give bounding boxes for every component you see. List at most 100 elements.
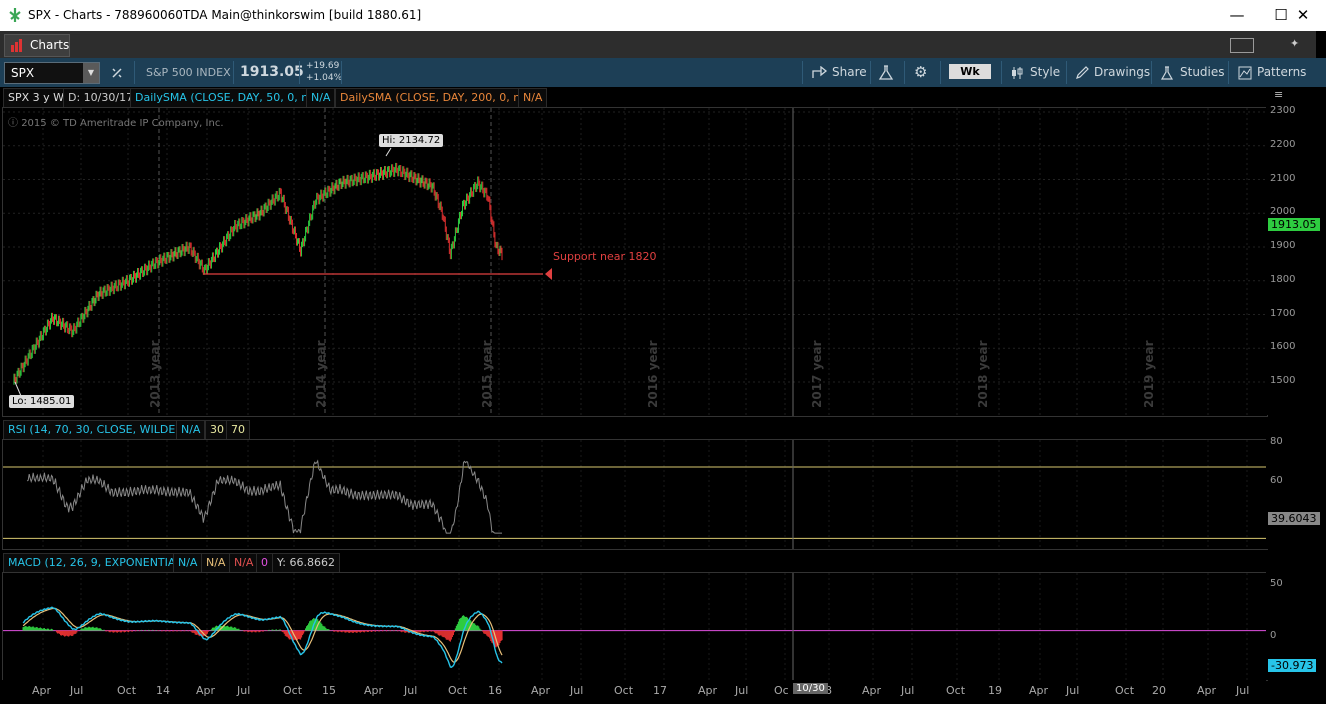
low-label: Lo: 1485.01 <box>9 395 75 408</box>
year-label: 2013 year <box>148 340 162 408</box>
title-bar: SPX - Charts - 788960060TDA Main@thinkor… <box>0 0 1326 31</box>
price-panel[interactable]: 2013 year 2014 year 2015 year 2016 year 2017… <box>2 107 1268 417</box>
bar-chart-icon <box>11 39 22 52</box>
macd-diff: N/A <box>229 553 259 573</box>
tab-charts[interactable]: Charts <box>4 34 70 57</box>
rsi-chart <box>3 440 1267 549</box>
studies-flask-icon <box>1160 66 1174 80</box>
macd-y-axis[interactable]: 50 0 -30.973 <box>1266 572 1326 680</box>
separator <box>940 61 941 84</box>
price-tick: 1900 <box>1270 240 1296 251</box>
pin-icon[interactable]: ✦ <box>1290 37 1299 50</box>
year-label: 2015 year <box>480 340 494 408</box>
percent-change: +1.04% <box>306 73 343 83</box>
year-label: 2017 year <box>810 340 824 408</box>
minimize-button[interactable]: — <box>1214 0 1260 31</box>
chart-header: SPX 3 y W D: 10/30/17 DailySMA (CLOSE, D… <box>0 87 1266 108</box>
time-axis-label: Oct <box>117 684 137 697</box>
price-tick: 1600 <box>1270 341 1296 353</box>
macd-tick: 50 <box>1270 578 1283 589</box>
price-tick: 2200 <box>1270 138 1296 150</box>
style-label: Style <box>1030 65 1061 79</box>
time-axis-label: 17 <box>653 684 667 697</box>
patterns-button[interactable]: Patterns <box>1236 63 1306 83</box>
time-axis-label: Oct <box>946 684 966 697</box>
separator <box>1066 61 1067 84</box>
rsi-panel[interactable] <box>2 439 1268 550</box>
chevron-down-icon[interactable]: ▼ <box>83 63 99 83</box>
separator <box>134 61 135 84</box>
high-label: Hi: 2134.72 <box>379 134 444 147</box>
separator <box>1151 61 1152 84</box>
macd-last-marker: -30.973 <box>1268 659 1317 672</box>
separator <box>341 61 342 84</box>
last-price: 1913.05 <box>240 64 304 80</box>
sma200-label[interactable]: DailySMA (CLOSE, DAY, 200, 0, no) <box>335 88 537 108</box>
time-axis-label: Oct <box>283 684 303 697</box>
time-axis[interactable]: Apr Jul Oct 14 Apr Jul Oct 15 Apr Jul Oct 16 Apr Jul O… <box>0 680 1266 704</box>
gear-icon[interactable]: ⚙ <box>914 63 927 81</box>
studies-button[interactable]: Studies <box>1158 63 1225 83</box>
time-axis-label: Jul <box>1066 684 1080 697</box>
rsi-y-axis[interactable]: 80 60 39.6043 <box>1266 436 1326 549</box>
separator <box>802 61 803 84</box>
menu-icon[interactable]: ≡ <box>1274 88 1283 101</box>
toolbar-edge <box>1316 31 1326 58</box>
window-title: SPX - Charts - 788960060TDA Main@thinkor… <box>28 8 422 22</box>
time-axis-label: 14 <box>156 684 170 697</box>
thinkorswim-logo-icon <box>9 8 21 22</box>
tab-bar: Charts ✦ <box>0 31 1326 58</box>
time-axis-label: Apr <box>32 684 52 697</box>
time-axis-label: Apr <box>698 684 718 697</box>
price-tick: 1700 <box>1270 307 1296 319</box>
rsi-value: N/A <box>176 420 206 440</box>
low-pointer <box>14 381 22 397</box>
time-axis-label: Apr <box>1029 684 1049 697</box>
time-axis-label: Apr <box>196 684 216 697</box>
chart-toolbar: SPX ▼ S&P 500 INDEX 1913.05 +19.69 +1.04… <box>0 58 1326 87</box>
share-icon <box>812 66 828 78</box>
window-layout-icon[interactable] <box>1230 38 1254 53</box>
macd-panel[interactable] <box>2 572 1268 681</box>
drawings-label: Drawings <box>1094 65 1151 79</box>
time-axis-label: Jul <box>1236 684 1250 697</box>
tab-charts-label: Charts <box>30 38 70 52</box>
pencil-icon <box>1076 66 1089 79</box>
time-axis-label: 19 <box>988 684 1002 697</box>
aggregation-button[interactable]: Wk <box>949 64 991 79</box>
chart-period[interactable]: SPX 3 y W <box>3 88 70 108</box>
cursor-date: 10/30 <box>793 683 828 694</box>
macd-y-readout: Y: 66.8662 <box>272 553 340 573</box>
separator <box>904 61 905 84</box>
style-button[interactable]: Style <box>1008 63 1064 83</box>
share-label: Share <box>832 65 867 79</box>
sma50-label[interactable]: DailySMA (CLOSE, DAY, 50, 0, no) <box>130 88 325 108</box>
symbol-value: SPX <box>11 66 35 80</box>
time-axis-label: Oct <box>1115 684 1135 697</box>
share-button[interactable]: Share <box>810 63 868 83</box>
link-icon[interactable] <box>110 66 124 80</box>
macd-tick: 0 <box>1270 630 1277 641</box>
rsi-overbought: 70 <box>226 420 250 440</box>
time-axis-label: 20 <box>1152 684 1166 697</box>
rsi-label[interactable]: RSI (14, 70, 30, CLOSE, WILDERS) <box>3 420 200 440</box>
time-axis-label: 16 <box>488 684 502 697</box>
close-button[interactable]: ✕ <box>1280 0 1326 31</box>
patterns-label: Patterns <box>1257 65 1307 79</box>
time-axis-label: Jul <box>404 684 418 697</box>
drawings-button[interactable]: Drawings <box>1073 63 1151 83</box>
symbol-selector[interactable]: SPX ▼ <box>4 62 100 84</box>
macd-chart <box>3 573 1267 680</box>
rsi-header: RSI (14, 70, 30, CLOSE, WILDERS) N/A 30 … <box>0 419 1266 440</box>
macd-header: MACD (12, 26, 9, EXPONENTIAL) N/A N/A N/… <box>0 552 1266 573</box>
separator <box>1228 61 1229 84</box>
macd-line <box>22 606 503 668</box>
price-y-axis[interactable]: 2300 2200 2100 2000 1900 1800 1700 1600 1500 ≡ 19… <box>1266 87 1326 415</box>
flask-icon[interactable] <box>878 65 894 81</box>
year-label: 2016 year <box>646 340 660 408</box>
price-tick: 2100 <box>1270 172 1296 184</box>
time-axis-label: Jul <box>901 684 915 697</box>
high-pointer <box>385 147 392 157</box>
time-axis-label: Oct <box>448 684 468 697</box>
macd-label[interactable]: MACD (12, 26, 9, EXPONENTIAL) <box>3 553 191 573</box>
